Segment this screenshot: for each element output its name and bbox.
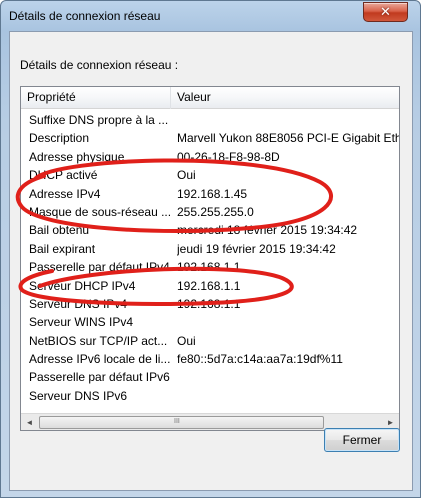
property-cell: Passerelle par défaut IPv4 — [29, 260, 170, 275]
table-row[interactable]: Serveur DNS IPv6 — [21, 387, 399, 405]
value-cell: 192.168.1.1 — [177, 296, 241, 311]
value-cell: Marvell Yukon 88E8056 PCI-E Gigabit Eth — [177, 131, 399, 146]
property-cell: NetBIOS sur TCP/IP act... — [29, 333, 168, 348]
column-header-value[interactable]: Valeur — [171, 87, 399, 109]
value-cell — [177, 111, 399, 129]
table-row[interactable]: Passerelle par défaut IPv4 192.168.1.1 — [21, 258, 399, 276]
table-row[interactable]: Serveur DNS IPv4 192.168.1.1 — [21, 295, 399, 313]
grip-icon: III — [174, 418, 180, 425]
property-cell: Description — [29, 131, 90, 146]
scroll-left-button[interactable]: ◄ — [21, 414, 38, 430]
value-cell: fe80::5d7a:c14a:aa7a:19df%11 — [177, 352, 343, 367]
property-cell: Masque de sous-réseau ... — [29, 204, 172, 219]
dialog-window: Détails de connexion réseau ✕ Détails de… — [0, 0, 421, 498]
value-cell: 192.168.1.1 — [177, 278, 241, 293]
value-cell: 192.168.1.45 — [177, 186, 248, 201]
fermer-button[interactable]: Fermer — [324, 428, 400, 452]
arrow-left-icon: ◄ — [25, 418, 34, 427]
table-row[interactable]: Serveur DHCP IPv4 192.168.1.1 — [21, 277, 399, 295]
property-cell: Adresse IPv6 locale de li... — [29, 352, 171, 367]
property-cell: Adresse IPv4 — [29, 186, 101, 201]
title-bar[interactable]: Détails de connexion réseau ✕ — [1, 1, 420, 31]
property-cell: Serveur DHCP IPv4 — [29, 278, 136, 293]
property-cell: Bail expirant — [29, 241, 96, 256]
table-row[interactable]: Serveur WINS IPv4 — [21, 313, 399, 331]
property-cell: Bail obtenu — [29, 223, 90, 238]
value-cell: 192.168.1.1 — [177, 260, 241, 275]
scrollbar-thumb[interactable]: III — [39, 416, 324, 429]
table-row[interactable]: Description Marvell Yukon 88E8056 PCI-E G… — [21, 129, 399, 147]
table-row[interactable]: Suffixe DNS propre à la ... — [21, 111, 399, 129]
value-cell: Oui — [177, 333, 196, 348]
table-row[interactable]: DHCP activé Oui — [21, 166, 399, 184]
column-header-property[interactable]: Propriété — [21, 87, 171, 109]
table-row[interactable]: Adresse IPv6 locale de li... fe80::5d7a:c… — [21, 350, 399, 368]
property-cell: Serveur DNS IPv4 — [29, 296, 128, 311]
list-header: Propriété Valeur — [21, 87, 399, 109]
property-cell: Adresse physique — [29, 149, 125, 164]
table-row[interactable]: Bail expirant jeudi 19 février 2015 19:34… — [21, 240, 399, 258]
value-cell: mercredi 18 février 2015 19:34:42 — [177, 223, 358, 238]
close-icon: ✕ — [380, 4, 391, 19]
table-row[interactable]: Adresse IPv4 192.168.1.45 — [21, 185, 399, 203]
property-cell: Passerelle par défaut IPv6 — [29, 370, 170, 385]
table-row[interactable]: Bail obtenu mercredi 18 février 2015 19:3… — [21, 221, 399, 239]
property-cell: Serveur DNS IPv6 — [29, 388, 128, 403]
table-row[interactable]: NetBIOS sur TCP/IP act... Oui — [21, 332, 399, 350]
value-cell: 00-26-18-F8-98-8D — [177, 149, 280, 164]
value-cell: jeudi 19 février 2015 19:34:42 — [177, 241, 336, 256]
window-close-button[interactable]: ✕ — [363, 2, 408, 22]
value-cell: 255.255.255.0 — [177, 204, 254, 219]
list-body: Suffixe DNS propre à la ... Description Ma… — [21, 111, 399, 405]
property-cell: Suffixe DNS propre à la ... — [29, 113, 169, 127]
section-label: Détails de connexion réseau : — [20, 58, 179, 72]
value-cell — [177, 313, 399, 331]
value-cell: Oui — [177, 168, 196, 183]
property-cell: Serveur WINS IPv4 — [29, 315, 134, 330]
arrow-right-icon: ► — [386, 418, 395, 427]
window-title: Détails de connexion réseau — [9, 9, 161, 23]
table-row[interactable]: Adresse physique 00-26-18-F8-98-8D — [21, 148, 399, 166]
table-row[interactable]: Passerelle par défaut IPv6 — [21, 368, 399, 386]
value-cell — [177, 368, 399, 386]
value-cell — [177, 387, 399, 405]
table-row[interactable]: Masque de sous-réseau ... 255.255.255.0 — [21, 203, 399, 221]
details-list[interactable]: Propriété Valeur Suffixe DNS propre à la… — [20, 86, 400, 431]
property-cell: DHCP activé — [29, 168, 98, 183]
